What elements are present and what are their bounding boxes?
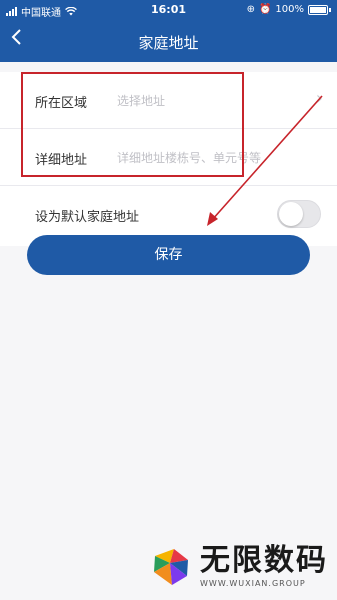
watermark-text: 无限数码 WWW.WUXIAN.GROUP — [200, 543, 328, 589]
watermark: 无限数码 WWW.WUXIAN.GROUP — [150, 545, 328, 588]
save-button[interactable]: 保存 — [27, 235, 310, 275]
watermark-title: 无限数码 — [200, 543, 328, 578]
watermark-subtitle: WWW.WUXIAN.GROUP — [200, 579, 306, 588]
watermark-logo — [154, 548, 188, 585]
